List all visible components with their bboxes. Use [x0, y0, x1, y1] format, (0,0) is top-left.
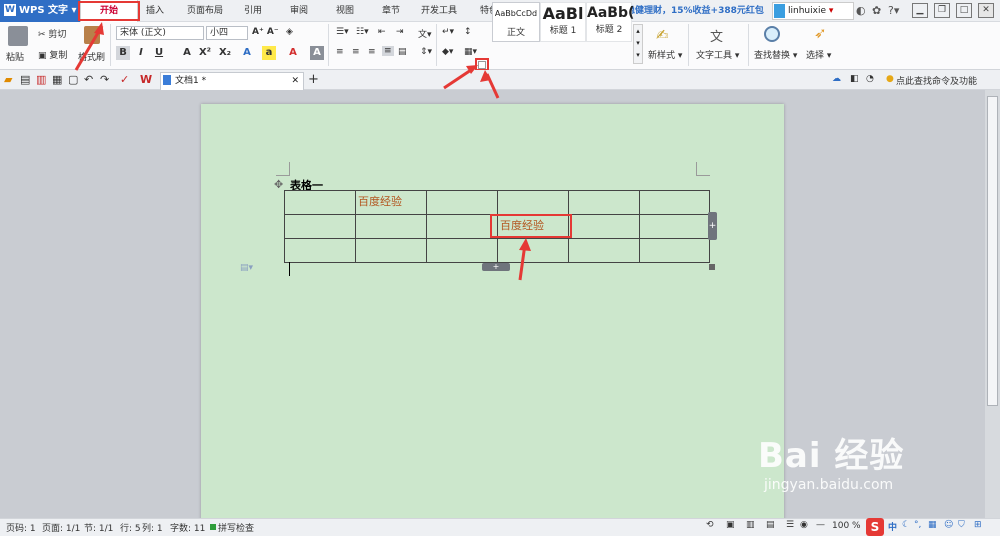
status-row: 行: 5 [120, 524, 141, 534]
watermark-brand: Bai 经验 [758, 436, 905, 476]
moon-icon[interactable]: ☾ [902, 520, 910, 530]
keyboard-icon[interactable]: ▦ [928, 520, 937, 530]
ime-mode[interactable]: 中 [888, 520, 897, 533]
fullscreen-icon[interactable]: ▣ [726, 520, 735, 530]
outline-view-icon[interactable]: ☰ [786, 520, 794, 530]
status-section[interactable]: 节: 1/1 [84, 521, 113, 534]
status-page-number[interactable]: 页码: 1 [6, 521, 36, 534]
status-col: 列: 1 [142, 524, 163, 534]
status-word-count[interactable]: 字数: 11 [170, 521, 205, 534]
spell-check-button[interactable]: 拼写检查 [218, 521, 254, 534]
grid-menu-icon[interactable]: ⊞ [974, 520, 982, 530]
watermark-url: jingyan.baidu.com [764, 477, 894, 493]
zoom-level[interactable]: 100 % [832, 521, 861, 531]
scrollbar-thumb[interactable] [987, 96, 998, 406]
zoom-out-button[interactable]: — [816, 520, 825, 530]
track-changes-icon[interactable]: ⟲ [706, 520, 714, 530]
emoji-icon[interactable]: ☺ [944, 520, 953, 530]
punctuation-icon[interactable]: °, [914, 520, 921, 530]
status-pages[interactable]: 页面: 1/1 [42, 521, 80, 534]
web-view-icon[interactable]: ◉ [800, 520, 808, 530]
page-view-icon[interactable]: ▥ [746, 520, 755, 530]
arrow-head [94, 22, 104, 35]
shirt-skin-icon[interactable]: ⛉ [958, 520, 965, 530]
sogou-ime-icon[interactable]: S [866, 518, 884, 536]
read-view-icon[interactable]: ▤ [766, 520, 775, 530]
arrow-head [519, 238, 531, 251]
spell-check-indicator-icon [210, 524, 216, 530]
baidu-watermark: Bai 经验 jingyan.baidu.com [758, 428, 958, 493]
